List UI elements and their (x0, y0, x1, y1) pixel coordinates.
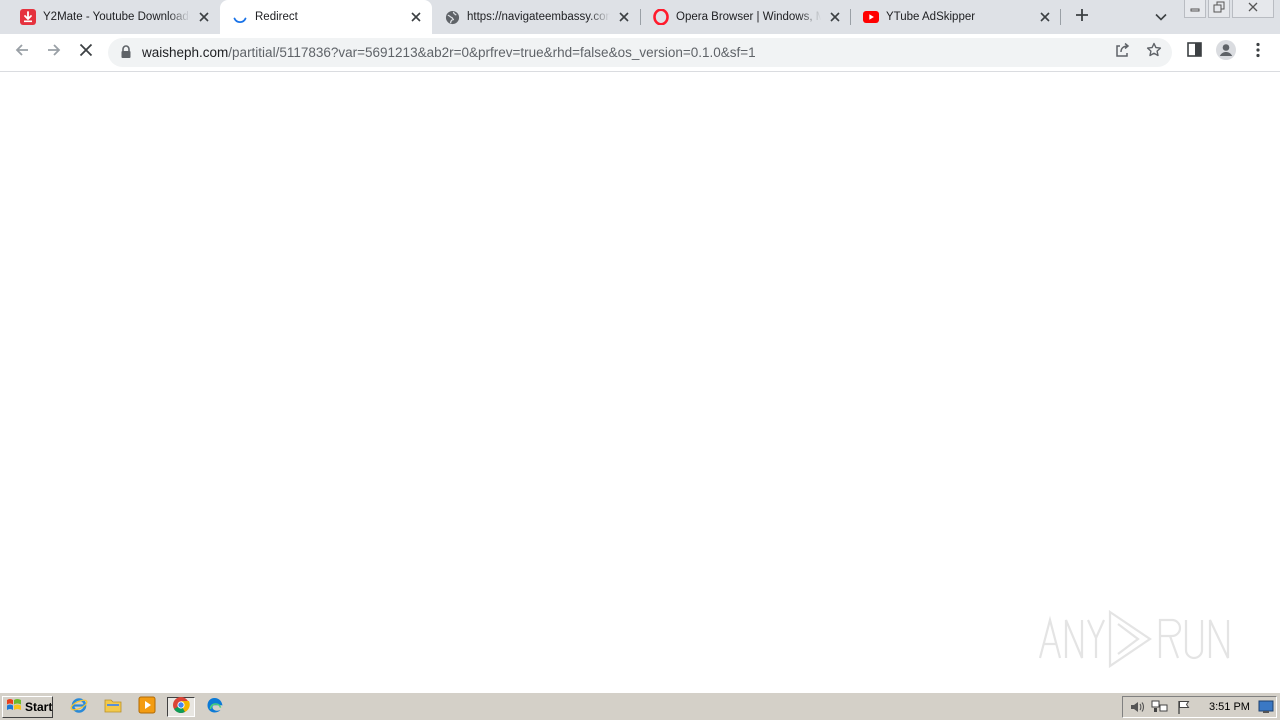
page-content (0, 72, 1280, 692)
url-text[interactable]: waisheph.com/partitial/5117836?var=56912… (142, 38, 756, 67)
tab-redirect[interactable]: Redirect (220, 0, 432, 34)
share-icon (1114, 42, 1130, 63)
avatar-icon (1215, 39, 1237, 66)
tab-title: https://navigateembassy.com/ (467, 11, 610, 23)
chevron-down-icon (1155, 8, 1167, 26)
close-window-button[interactable] (1232, 0, 1274, 18)
profile-button[interactable] (1212, 38, 1240, 66)
tab-search-button[interactable] (1150, 5, 1172, 29)
minimize-button[interactable] (1184, 0, 1206, 18)
tab-ytube-adskipper[interactable]: YTube AdSkipper (851, 0, 1061, 34)
internet-explorer-icon (70, 696, 88, 719)
close-tab-icon[interactable] (1037, 9, 1053, 25)
close-tab-icon[interactable] (196, 9, 212, 25)
opera-logo-icon (653, 9, 669, 25)
anyrun-watermark (1038, 606, 1234, 672)
stop-loading-button[interactable] (72, 38, 100, 66)
plus-icon (1075, 8, 1089, 27)
browser-toolbar: waisheph.com/partitial/5117836?var=56912… (0, 34, 1280, 72)
side-panel-button[interactable] (1180, 38, 1208, 66)
clock[interactable]: 3:51 PM (1209, 697, 1250, 717)
tab-title: Y2Mate - Youtube Downloader (43, 11, 190, 23)
share-button[interactable] (1109, 40, 1134, 65)
file-explorer-launch[interactable] (102, 697, 124, 717)
tab-title: Redirect (255, 11, 298, 23)
tab-strip: Y2Mate - Youtube Downloader Redirect htt… (0, 0, 1280, 34)
globe-icon (444, 9, 460, 25)
arrow-left-icon (14, 42, 30, 63)
tab-y2mate[interactable]: Y2Mate - Youtube Downloader (8, 0, 220, 34)
restore-button[interactable] (1208, 0, 1230, 18)
more-vertical-icon (1256, 42, 1260, 63)
network-icon[interactable] (1151, 699, 1169, 715)
url-host: waisheph.com (142, 45, 229, 60)
windows-taskbar: Start 3:51 PM (0, 692, 1280, 720)
start-button[interactable]: Start (2, 696, 53, 718)
loading-spinner-icon (232, 9, 248, 25)
menu-button[interactable] (1244, 38, 1272, 66)
new-tab-button[interactable] (1070, 5, 1094, 29)
internet-explorer-launch[interactable] (68, 697, 90, 717)
forward-button[interactable] (40, 38, 68, 66)
anyrun-logo-icon (1038, 609, 1230, 669)
side-panel-icon (1186, 42, 1202, 62)
windows-logo-icon (6, 698, 22, 717)
close-tab-icon[interactable] (827, 9, 843, 25)
restore-icon (1213, 0, 1225, 18)
url-path: /partitial/5117836?var=5691213&ab2r=0&pr… (228, 45, 756, 60)
address-bar[interactable]: waisheph.com/partitial/5117836?var=56912… (108, 38, 1172, 67)
edge-icon (206, 696, 224, 719)
close-icon (1247, 0, 1259, 18)
close-tab-icon[interactable] (408, 9, 424, 25)
tab-separator (1060, 9, 1061, 25)
folder-icon (104, 697, 122, 718)
arrow-right-icon (46, 42, 62, 63)
bookmark-button[interactable] (1141, 40, 1166, 65)
star-icon (1146, 42, 1162, 63)
system-tray: 3:51 PM (1122, 696, 1277, 718)
chrome-icon (172, 696, 190, 719)
tab-opera[interactable]: Opera Browser | Windows, Mac (641, 0, 851, 34)
y2mate-download-icon (20, 9, 36, 25)
chrome-taskbar-button[interactable] (167, 696, 195, 719)
media-player-icon (138, 696, 156, 719)
start-label: Start (25, 700, 53, 714)
back-button[interactable] (8, 38, 36, 66)
close-tab-icon[interactable] (616, 9, 632, 25)
close-icon (79, 43, 93, 62)
youtube-logo-icon (863, 9, 879, 25)
edge-launch[interactable] (204, 697, 226, 717)
media-player-launch[interactable] (136, 696, 158, 719)
lock-icon[interactable] (120, 45, 132, 59)
volume-icon[interactable] (1128, 699, 1146, 715)
action-center-flag-icon[interactable] (1175, 699, 1193, 715)
minimize-icon (1190, 0, 1200, 18)
tab-navigateembassy[interactable]: https://navigateembassy.com/ (432, 0, 640, 34)
show-desktop-icon[interactable] (1257, 699, 1275, 715)
tab-title: Opera Browser | Windows, Mac (676, 11, 821, 23)
tab-title: YTube AdSkipper (886, 11, 976, 23)
